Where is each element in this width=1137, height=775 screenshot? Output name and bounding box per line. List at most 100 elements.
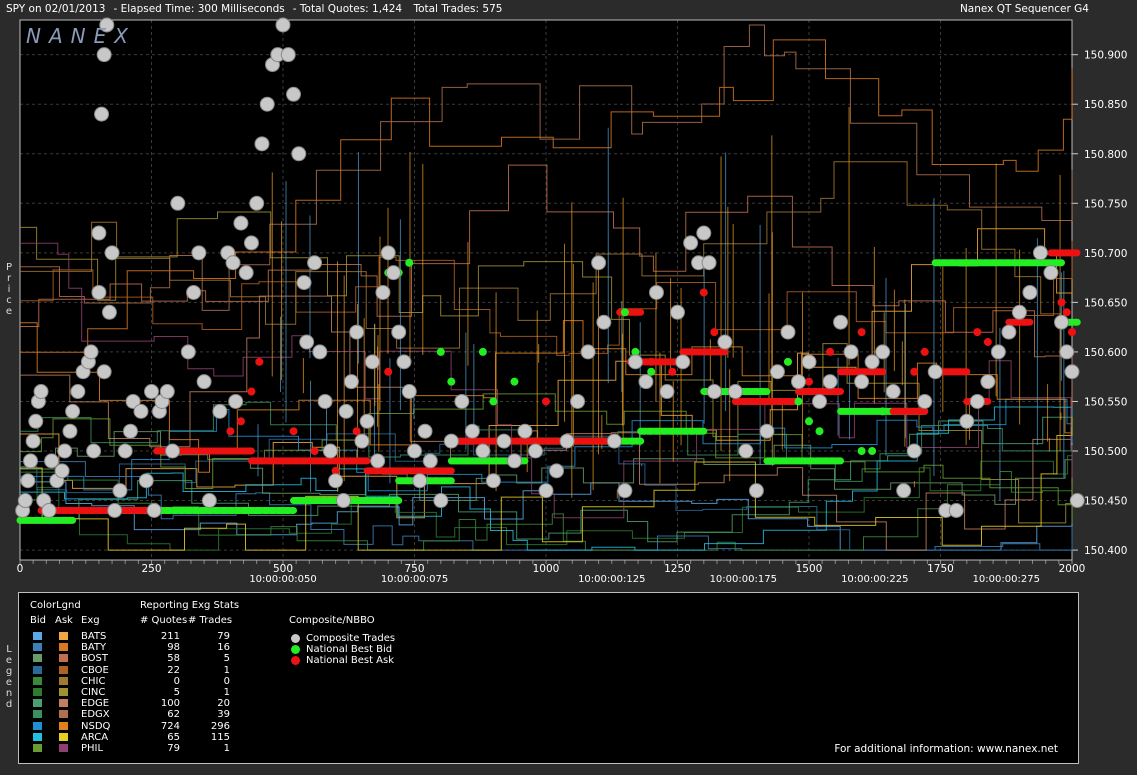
trade-point: [86, 443, 102, 459]
exchange-trades: 39: [217, 709, 230, 721]
time-label: 10:00:00:075: [381, 574, 448, 585]
exchange-quotes: 100: [160, 698, 180, 710]
bid-swatch-baty: [33, 643, 42, 652]
trade-point: [570, 393, 586, 409]
trade-point: [580, 344, 596, 360]
ask-swatch-baty: [59, 643, 68, 652]
exchange-name: CBOE: [81, 664, 109, 676]
trade-point: [990, 344, 1006, 360]
trade-point: [228, 393, 244, 409]
trade-point: [83, 344, 99, 360]
trade-point: [417, 423, 433, 439]
trade-point: [464, 423, 480, 439]
trade-point: [948, 502, 964, 518]
trade-point: [296, 275, 312, 291]
info-link[interactable]: For additional information: www.nanex.ne…: [834, 743, 1058, 755]
nbb-point: [815, 427, 824, 436]
nbb-point: [436, 347, 445, 356]
trade-point: [370, 453, 386, 469]
trade-point: [359, 413, 375, 429]
trade-point: [101, 304, 117, 320]
trade-point: [822, 374, 838, 390]
trade-point: [969, 393, 985, 409]
trade-point: [906, 443, 922, 459]
trade-point: [96, 364, 112, 380]
nba-point: [247, 387, 256, 396]
trade-point: [780, 324, 796, 340]
trade-point: [33, 384, 49, 400]
trade-point: [380, 245, 396, 261]
nba-point: [668, 367, 677, 376]
trade-point: [191, 245, 207, 261]
trade-point: [407, 443, 422, 459]
trade-point: [317, 393, 333, 409]
trade-point: [196, 374, 212, 390]
trade-point: [596, 314, 612, 330]
x-tick-label: 1000: [533, 563, 560, 575]
legend-side-label: Legend: [5, 644, 13, 710]
trade-point: [233, 215, 249, 231]
composite-title: Composite/NBBO: [289, 615, 375, 626]
trade-point: [291, 146, 307, 162]
exchange-name: BATS: [81, 631, 107, 642]
x-tick-label: 250: [141, 563, 161, 575]
nba-point: [805, 377, 813, 386]
time-label: 10:00:00:225: [841, 574, 908, 585]
trade-point: [25, 433, 41, 449]
y-tick-label: 150.750: [1084, 198, 1127, 210]
time-label: 10:00:00:175: [710, 574, 777, 585]
exchange-trades: 20: [217, 698, 230, 710]
trade-point: [896, 483, 912, 499]
nbb-point: [878, 407, 887, 416]
exchange-trades: 1: [223, 687, 230, 698]
trade-point: [133, 403, 149, 419]
trade-point: [875, 344, 891, 360]
trade-point: [1069, 493, 1085, 509]
trade-point: [738, 443, 754, 459]
nba-point: [857, 328, 866, 337]
nba-point: [236, 417, 245, 426]
trade-point: [249, 195, 265, 211]
trade-point: [701, 255, 717, 271]
bid-swatch-cboe: [33, 665, 42, 674]
trade-point: [159, 384, 175, 400]
nanex-logo: NANEX: [26, 24, 136, 48]
y-tick-label: 150.500: [1084, 446, 1127, 458]
trade-point: [286, 86, 302, 102]
nbb-point: [783, 357, 792, 366]
trade-point: [422, 453, 438, 469]
composite-label: National Best Ask: [306, 655, 395, 666]
trade-point: [391, 324, 407, 340]
trade-point: [259, 96, 275, 112]
trade-point: [506, 453, 522, 469]
trade-point: [122, 423, 138, 439]
composite-label: Composite Trades: [306, 633, 396, 644]
trade-point: [591, 255, 607, 271]
exchange-quotes: 5: [173, 687, 180, 698]
nbb-point: [489, 397, 498, 406]
trade-point: [627, 354, 643, 370]
bid-swatch-edge: [33, 699, 42, 708]
trade-point: [104, 245, 120, 261]
trade-point: [1059, 344, 1075, 360]
trade-point: [527, 443, 543, 459]
bid-swatch-edgx: [33, 710, 42, 719]
trade-point: [70, 384, 86, 400]
exchange-quotes: 79: [167, 743, 180, 754]
trade-point: [28, 413, 44, 429]
time-label: 10:00:00:050: [249, 574, 316, 585]
trade-point: [696, 225, 712, 241]
color-legend-title: ColorLgnd: [30, 600, 81, 611]
trade-point: [812, 393, 828, 409]
exchange-trades: 0: [223, 675, 230, 687]
exchange-trades: 1: [223, 743, 230, 754]
nba-point: [1057, 298, 1066, 307]
trade-point: [959, 413, 975, 429]
bid-swatch-bost: [33, 654, 42, 663]
exchange-quotes: 211: [160, 631, 180, 642]
trade-point: [1043, 265, 1059, 281]
nba-point: [910, 367, 919, 376]
exchange-quotes: 22: [167, 664, 180, 676]
trade-point: [364, 354, 380, 370]
trade-point: [23, 453, 39, 469]
